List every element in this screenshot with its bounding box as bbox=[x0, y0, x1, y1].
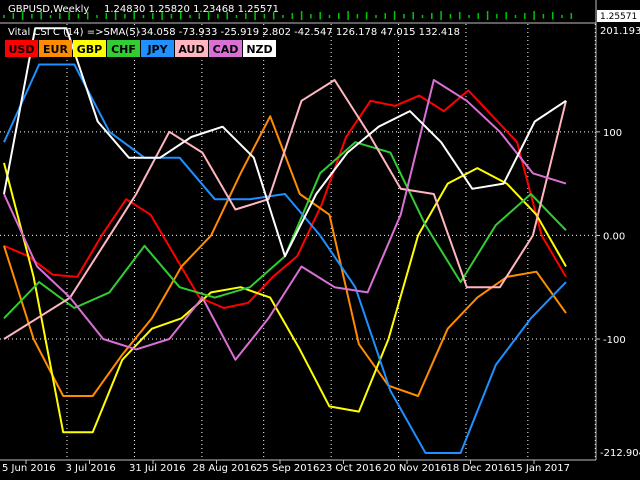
legend-label-cad: CAD bbox=[213, 43, 239, 56]
x-tick-label: 31 Jul 2016 bbox=[129, 463, 186, 474]
series-line-cad bbox=[3, 79, 567, 361]
x-tick-label: 28 Aug 2016 bbox=[193, 463, 257, 474]
legend-label-gbp: GBP bbox=[77, 43, 102, 56]
indicator-min-label: -212.904 bbox=[600, 448, 640, 459]
indicator-series bbox=[3, 27, 567, 454]
indicator-max-label: 201.193 bbox=[600, 26, 640, 37]
y-axis-ticks: 100 0.00 -100 bbox=[596, 128, 626, 346]
y-tick-label: -100 bbox=[603, 335, 626, 346]
y-tick-label: 100 bbox=[603, 128, 622, 139]
series-line-gbp bbox=[3, 162, 567, 434]
indicator-title: Vital CSI C (14) =>SMA(5) bbox=[8, 27, 140, 38]
chart-window: GBPUSD,Weekly 1.24830 1.25820 1.23468 1.… bbox=[0, 0, 640, 480]
series-line-usd bbox=[3, 89, 567, 309]
legend-label-chf: CHF bbox=[111, 43, 136, 56]
legend-label-jpy: JPY bbox=[146, 43, 168, 56]
x-tick-label: 23 Oct 2016 bbox=[320, 463, 382, 474]
x-tick-label: 15 Jan 2017 bbox=[510, 463, 570, 474]
indicator-values: -34.058 -73.933 -25.919 2.802 -42.547 12… bbox=[137, 27, 460, 38]
indicator-grid bbox=[0, 24, 596, 460]
x-tick-label: 25 Sep 2016 bbox=[256, 463, 319, 474]
series-line-nzd bbox=[3, 27, 567, 258]
series-line-aud bbox=[3, 79, 567, 340]
legend-label-usd: USD bbox=[9, 43, 35, 56]
legend-label-aud: AUD bbox=[178, 43, 204, 56]
x-tick-label: 5 Jun 2016 bbox=[2, 463, 56, 474]
x-axis-ticks: 5 Jun 2016 3 Jul 2016 31 Jul 2016 28 Aug 20… bbox=[2, 460, 570, 474]
legend-label-nzd: NZD bbox=[246, 43, 272, 56]
x-tick-label: 18 Dec 2016 bbox=[447, 463, 511, 474]
y-tick-label: 0.00 bbox=[603, 231, 625, 242]
price-panel-ohlc: 1.24830 1.25820 1.23468 1.25571 bbox=[104, 4, 279, 15]
x-tick-label: 3 Jul 2016 bbox=[66, 463, 116, 474]
x-tick-label: 20 Nov 2016 bbox=[383, 463, 447, 474]
price-panel-title: GBPUSD,Weekly bbox=[8, 4, 89, 15]
chart-svg[interactable]: GBPUSD,Weekly 1.24830 1.25820 1.23468 1.… bbox=[0, 0, 640, 480]
legend-label-eur: EUR bbox=[43, 43, 68, 56]
currency-legend: USD EUR GBP CHF JPY AUD CAD NZD bbox=[5, 40, 276, 57]
price-tag: 1.25571 bbox=[600, 12, 637, 22]
